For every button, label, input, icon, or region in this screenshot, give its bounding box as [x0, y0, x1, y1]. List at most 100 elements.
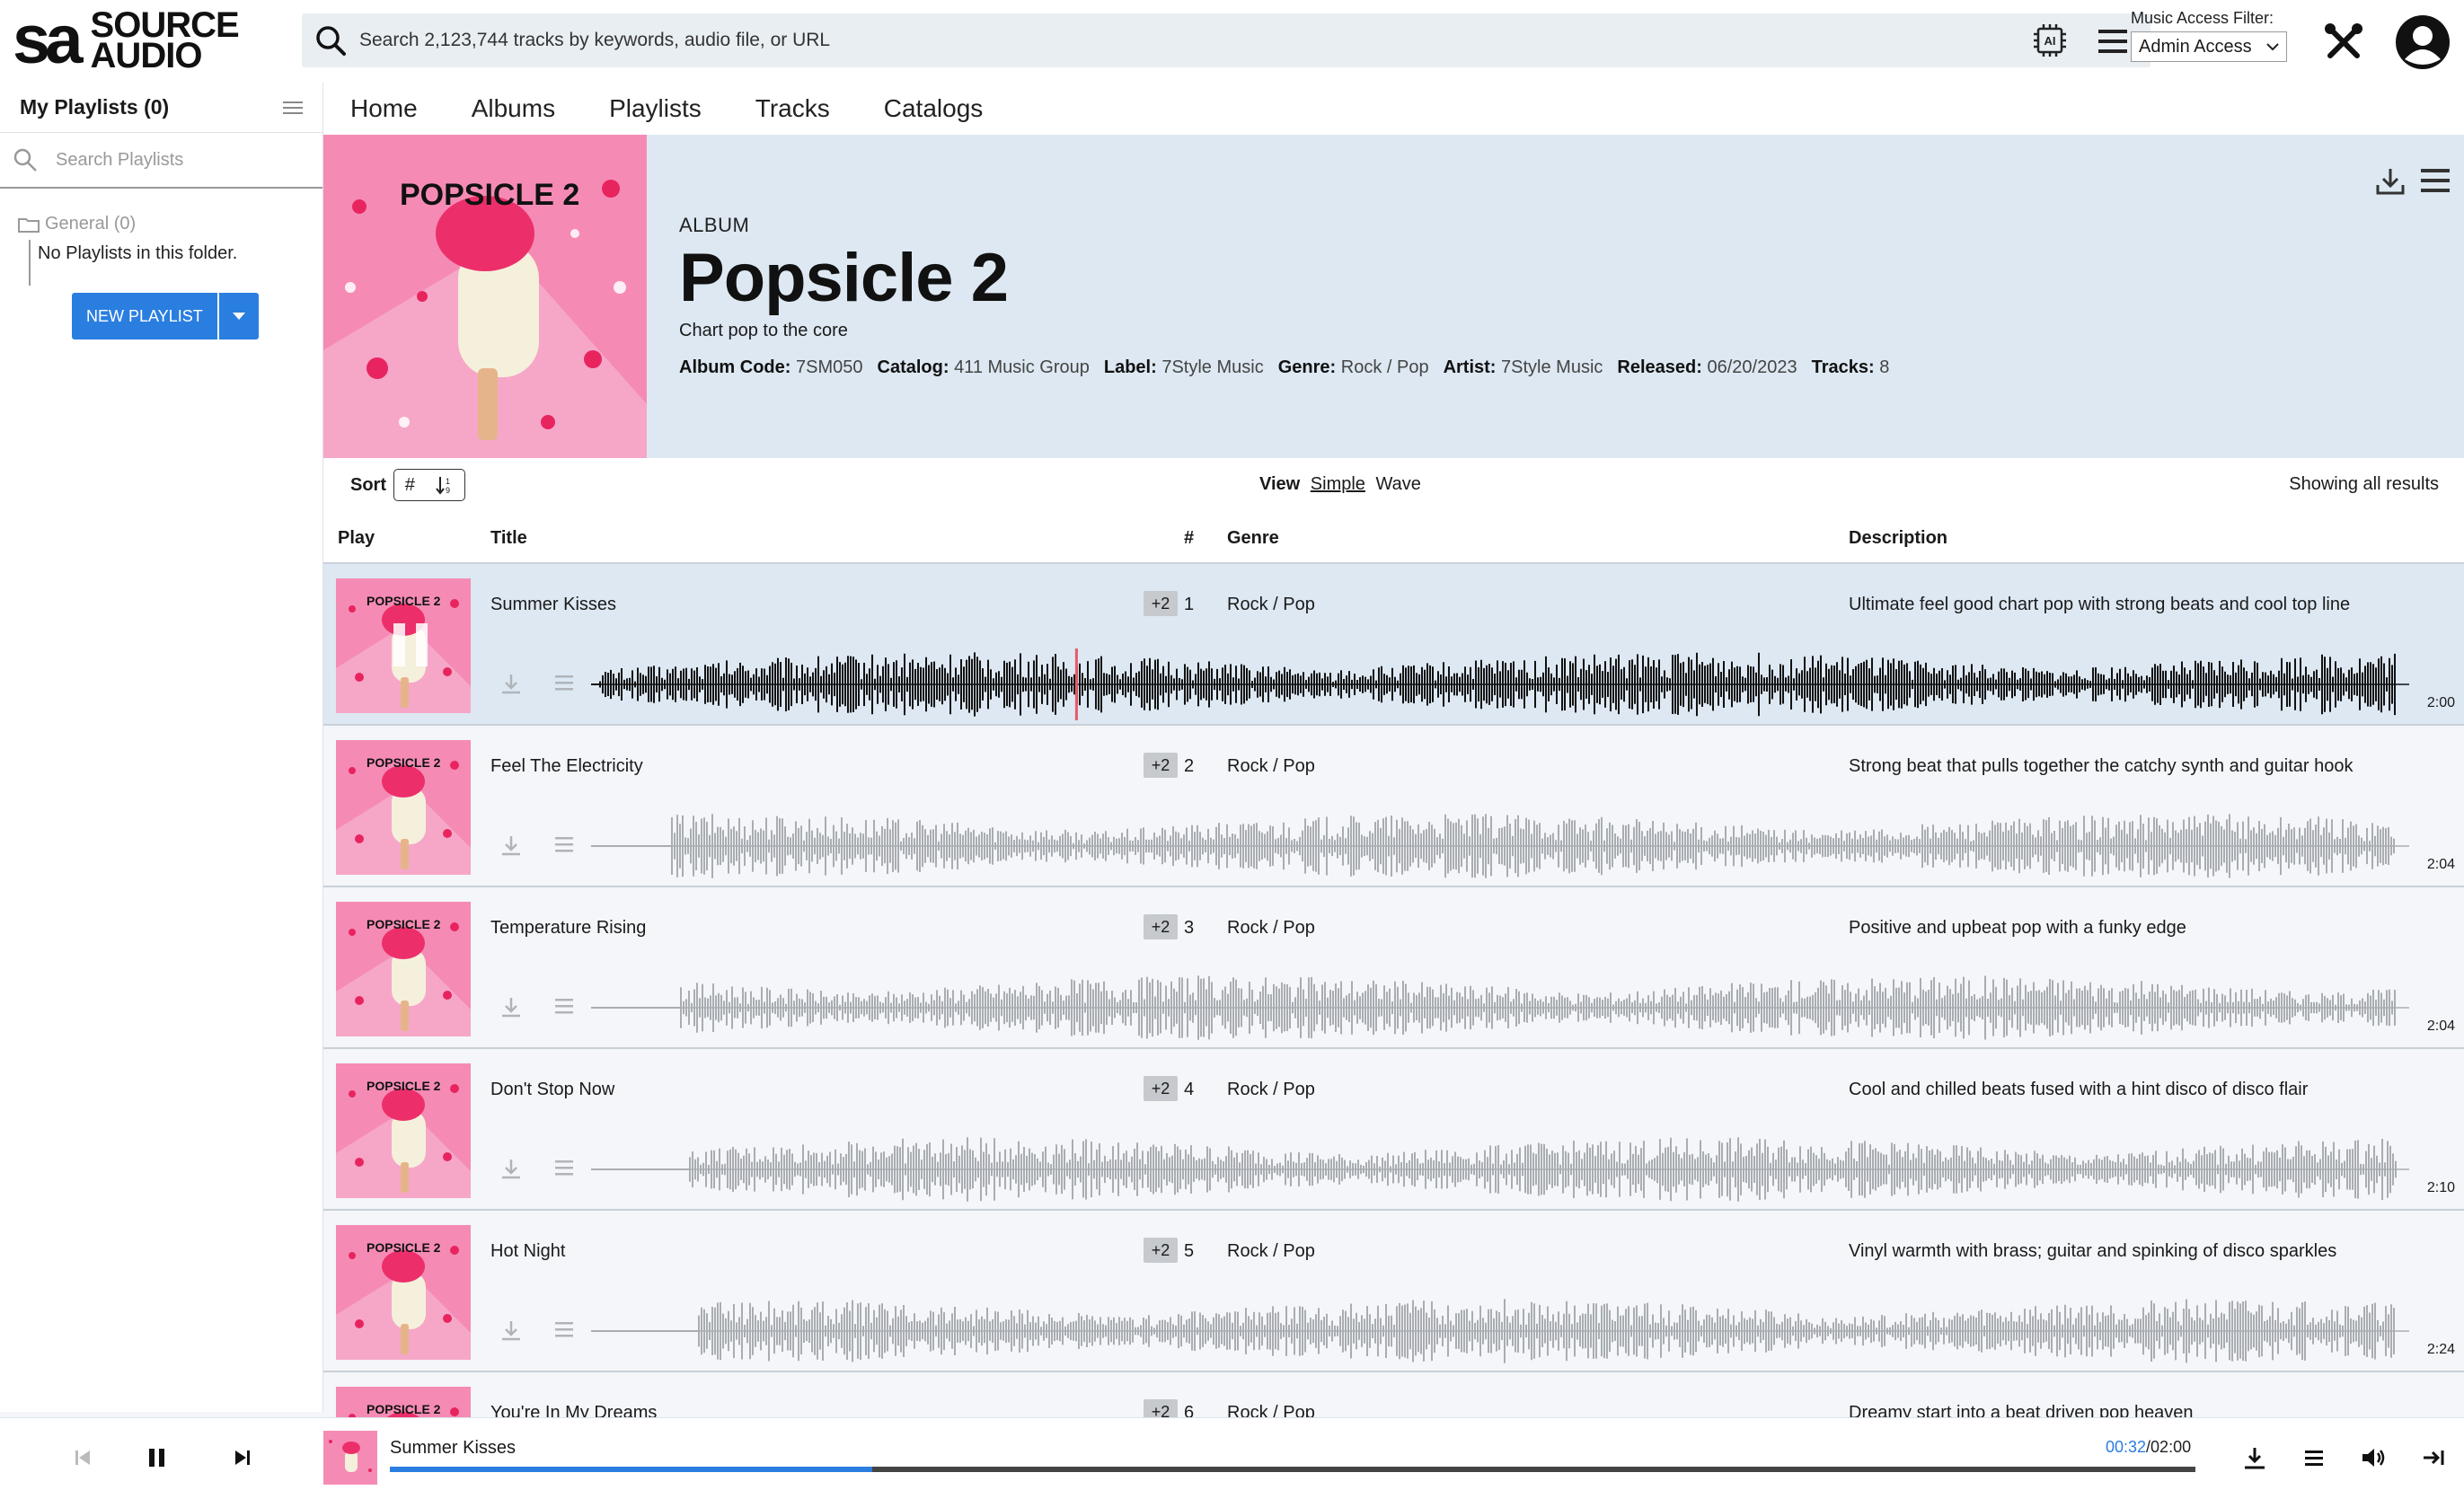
waveform[interactable]: [591, 1133, 2409, 1205]
album-menu-icon[interactable]: [2419, 167, 2451, 194]
album-kicker: ALBUM: [679, 214, 750, 236]
track-title[interactable]: Temperature Rising: [490, 918, 646, 939]
track-row[interactable]: POPSICLE 2 Summer Kisses +2 1 Rock / Pop…: [323, 564, 2464, 726]
user-account-icon[interactable]: [2395, 14, 2451, 70]
folder-contents: No Playlists in this folder.: [29, 240, 322, 286]
alternate-versions-badge[interactable]: +2: [1144, 914, 1178, 939]
view-wave-link[interactable]: Wave: [1375, 474, 1420, 494]
folder-icon: [18, 217, 40, 233]
pause-icon[interactable]: [390, 622, 431, 668]
download-icon[interactable]: [499, 1157, 523, 1180]
waveform[interactable]: [591, 648, 2409, 720]
pause-icon[interactable]: [142, 1443, 171, 1472]
alternate-versions-badge[interactable]: +2: [1144, 1399, 1178, 1417]
track-number: 2: [1184, 756, 1195, 776]
meta-label: Label: 7Style Music: [1103, 357, 1264, 377]
search-icon[interactable]: [302, 13, 359, 67]
previous-track-icon[interactable]: [68, 1443, 97, 1472]
track-title[interactable]: Hot Night: [490, 1241, 565, 1262]
waveform[interactable]: [591, 810, 2409, 882]
nav-albums[interactable]: Albums: [472, 94, 555, 123]
track-thumbnail-play[interactable]: POPSICLE 2: [336, 1387, 471, 1417]
track-title[interactable]: Don't Stop Now: [490, 1080, 614, 1100]
waveform[interactable]: [591, 1295, 2409, 1367]
sort-direction-icon[interactable]: 19: [436, 475, 454, 495]
album-download-icon[interactable]: [2374, 165, 2407, 198]
track-row[interactable]: POPSICLE 2 Temperature Rising +2 3 Rock …: [323, 887, 2464, 1049]
caret-down-icon: [232, 313, 245, 320]
svg-text:9: 9: [446, 486, 450, 495]
track-description: Positive and upbeat pop with a funky edg…: [1849, 918, 2186, 938]
track-thumbnail-play[interactable]: POPSICLE 2: [336, 740, 471, 875]
track-duration: 2:00: [2426, 695, 2455, 710]
sort-label: Sort: [350, 474, 386, 495]
col-title[interactable]: Title: [490, 528, 527, 549]
download-icon[interactable]: [2240, 1443, 2269, 1472]
main-nav: Home Albums Playlists Tracks Catalogs: [323, 83, 2464, 135]
search-input[interactable]: [359, 30, 1976, 51]
alternate-versions-badge[interactable]: +2: [1144, 591, 1178, 616]
track-table-header: Play Title # Genre Description: [323, 512, 2464, 564]
track-thumbnail-play[interactable]: POPSICLE 2: [336, 1225, 471, 1360]
track-menu-icon[interactable]: [553, 997, 575, 1015]
download-icon[interactable]: [499, 833, 523, 857]
nav-catalogs[interactable]: Catalogs: [884, 94, 984, 123]
track-menu-icon[interactable]: [553, 674, 575, 692]
track-menu-icon[interactable]: [553, 1320, 575, 1338]
alternate-versions-badge[interactable]: +2: [1144, 1076, 1178, 1101]
sidebar-title: My Playlists (0): [20, 95, 170, 119]
meta-catalog: Catalog: 411 Music Group: [877, 357, 1090, 377]
nav-home[interactable]: Home: [350, 94, 418, 123]
collapse-player-icon[interactable]: [2418, 1443, 2447, 1472]
track-number: 4: [1184, 1080, 1195, 1099]
search-options-menu-icon[interactable]: [2097, 28, 2129, 55]
track-title[interactable]: Summer Kisses: [490, 595, 616, 615]
track-row[interactable]: POPSICLE 2 Hot Night +2 5 Rock / Pop Vin…: [323, 1211, 2464, 1372]
playback-progress-bar[interactable]: [390, 1467, 2195, 1472]
access-filter-select[interactable]: Admin Access: [2131, 31, 2287, 62]
alternate-versions-badge[interactable]: +2: [1144, 1238, 1178, 1263]
col-number[interactable]: #: [1184, 528, 1194, 549]
tools-icon[interactable]: [2323, 22, 2364, 63]
track-description: Ultimate feel good chart pop with strong…: [1849, 595, 2351, 614]
player-menu-icon[interactable]: [2300, 1443, 2328, 1472]
track-title[interactable]: You're In My Dreams: [490, 1403, 657, 1417]
svg-text:POPSICLE 2: POPSICLE 2: [367, 1240, 441, 1255]
waveform[interactable]: [591, 972, 2409, 1044]
track-thumbnail-play[interactable]: POPSICLE 2: [336, 578, 471, 713]
new-playlist-dropdown-button[interactable]: [218, 293, 259, 339]
track-thumbnail-play[interactable]: POPSICLE 2: [336, 902, 471, 1036]
album-meta: Album Code: 7SM050 Catalog: 411 Music Gr…: [679, 357, 1889, 378]
track-title[interactable]: Feel The Electricity: [490, 756, 643, 777]
new-playlist-button[interactable]: NEW PLAYLIST: [72, 293, 217, 339]
sidebar-menu-icon[interactable]: [283, 101, 303, 115]
download-icon[interactable]: [499, 1318, 523, 1342]
track-duration: 2:24: [2426, 1342, 2455, 1357]
track-menu-icon[interactable]: [553, 1159, 575, 1177]
alternate-versions-badge[interactable]: +2: [1144, 753, 1178, 778]
view-toggle: View Simple Wave: [1259, 474, 1421, 495]
nav-playlists[interactable]: Playlists: [609, 94, 702, 123]
track-description: Cool and chilled beats fused with a hint…: [1849, 1080, 2309, 1099]
track-list: POPSICLE 2 Summer Kisses +2 1 Rock / Pop…: [323, 564, 2464, 1417]
download-icon[interactable]: [499, 672, 523, 695]
folder-name: General (0): [45, 214, 137, 234]
download-icon[interactable]: [499, 995, 523, 1018]
next-track-icon[interactable]: [228, 1443, 257, 1472]
nav-tracks[interactable]: Tracks: [755, 94, 830, 123]
album-info: ALBUM Popsicle 2 Chart pop to the core A…: [679, 214, 1889, 378]
track-row[interactable]: POPSICLE 2 You're In My Dreams +2 6 Rock…: [323, 1372, 2464, 1417]
playlist-folder-general[interactable]: General (0): [0, 214, 322, 234]
ai-search-icon[interactable]: AI: [2032, 22, 2068, 58]
track-genre: Rock / Pop: [1227, 1403, 1315, 1417]
view-label: View: [1259, 474, 1301, 494]
volume-icon[interactable]: [2359, 1443, 2388, 1472]
track-menu-icon[interactable]: [553, 835, 575, 853]
track-row[interactable]: POPSICLE 2 Don't Stop Now +2 4 Rock / Po…: [323, 1049, 2464, 1211]
view-simple-link[interactable]: Simple: [1311, 474, 1365, 494]
source-audio-logo[interactable]: sa SOURCE AUDIO: [13, 6, 240, 75]
track-thumbnail-play[interactable]: POPSICLE 2: [336, 1063, 471, 1198]
playlist-search-input[interactable]: [56, 149, 294, 171]
sort-control[interactable]: # 19: [393, 469, 465, 501]
track-row[interactable]: POPSICLE 2 Feel The Electricity +2 2 Roc…: [323, 726, 2464, 887]
